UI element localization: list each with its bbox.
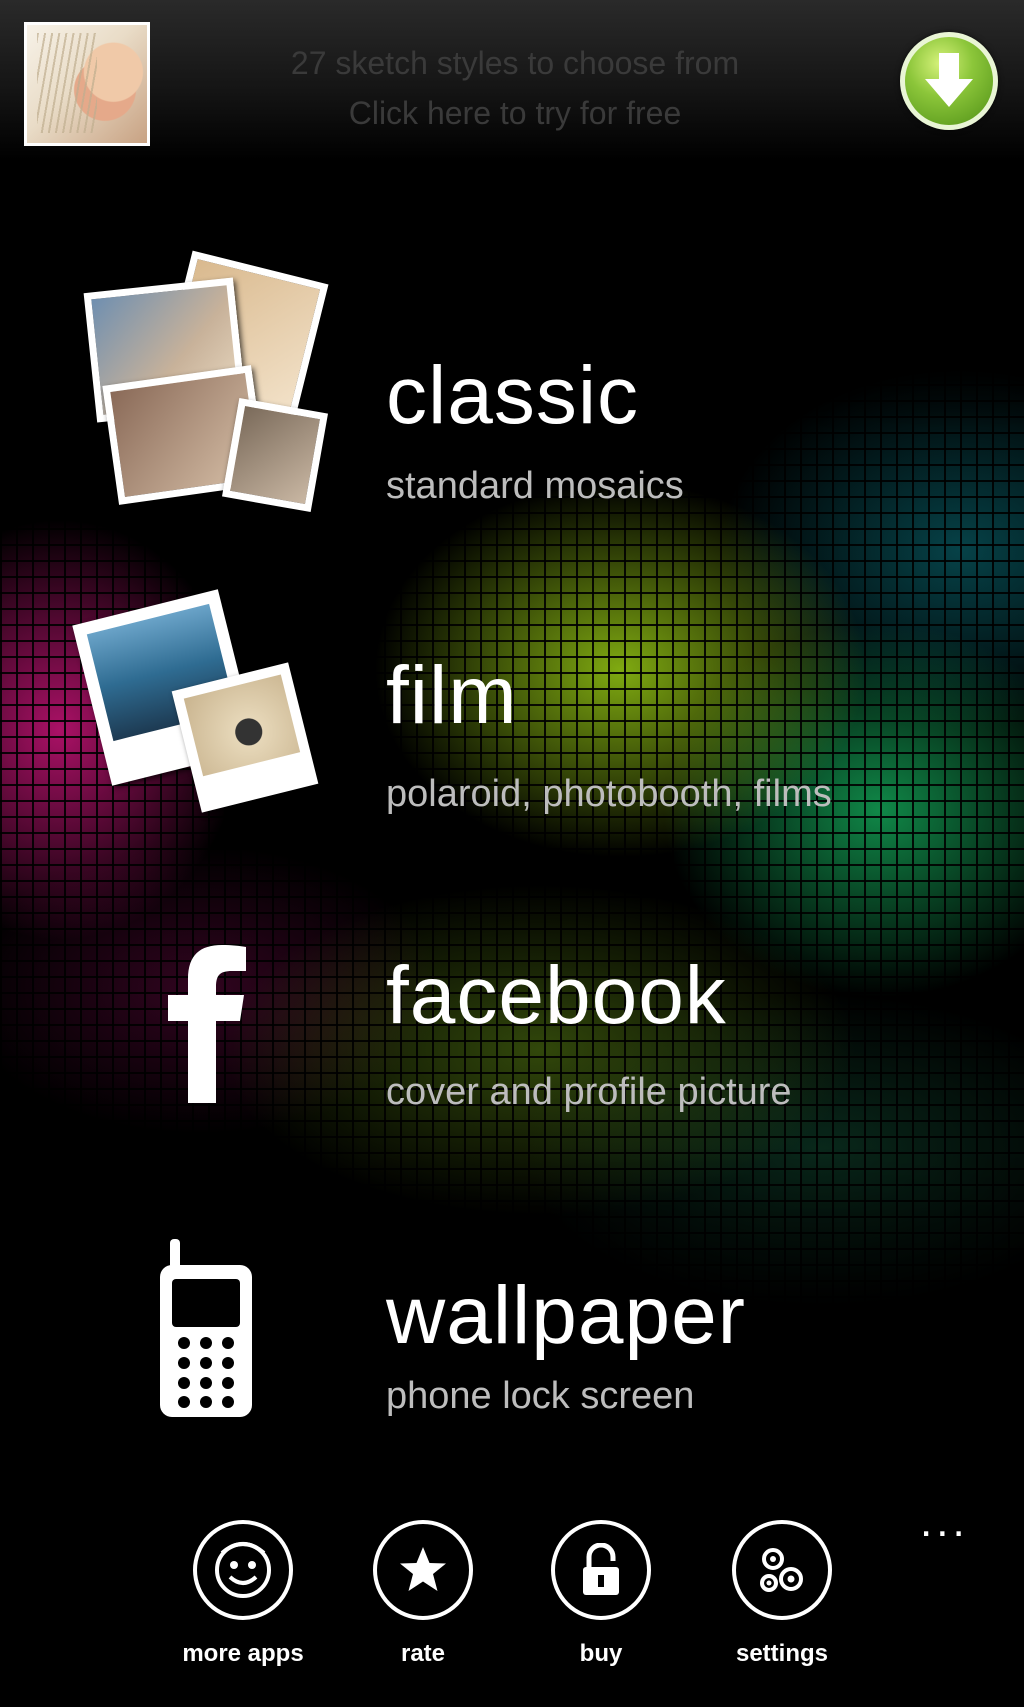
menu-item-facebook[interactable]: facebook cover and profile picture — [0, 915, 1024, 1165]
more-apps-label: more apps — [182, 1640, 304, 1667]
sketch-sample-thumbnail[interactable] — [24, 22, 150, 146]
menu-item-classic[interactable]: classic standard mosaics — [0, 250, 1024, 513]
polaroid-icon — [72, 585, 330, 815]
menu-subtitle: polaroid, photobooth, films — [386, 773, 832, 815]
gears-icon — [760, 1548, 803, 1592]
facebook-icon — [168, 945, 246, 1103]
menu-title: facebook — [386, 950, 727, 1041]
menu-item-wallpaper[interactable]: wallpaper phone lock screen — [0, 1235, 1024, 1485]
more-apps-button[interactable] — [193, 1520, 293, 1620]
menu-title: wallpaper — [386, 1270, 746, 1361]
menu-subtitle: standard mosaics — [386, 465, 684, 507]
menu-title: film — [386, 650, 518, 741]
menu-subtitle: cover and profile picture — [386, 1071, 792, 1113]
unlock-icon — [583, 1543, 619, 1595]
download-arrow-icon — [925, 53, 973, 107]
rate-button[interactable] — [373, 1520, 473, 1620]
settings-button[interactable] — [732, 1520, 832, 1620]
rate-label: rate — [400, 1640, 446, 1667]
phone-icon — [160, 1239, 252, 1417]
menu-item-film[interactable]: film polaroid, photobooth, films — [0, 585, 1024, 835]
promo-text[interactable]: 27 sketch styles to choose from Click he… — [200, 38, 830, 138]
promo-line-1: 27 sketch styles to choose from — [290, 45, 740, 81]
menu-subtitle: phone lock screen — [386, 1375, 695, 1417]
buy-button[interactable] — [551, 1520, 651, 1620]
app-bar — [0, 1500, 1024, 1707]
smiley-icon — [215, 1542, 271, 1598]
star-icon — [400, 1547, 446, 1591]
menu-title: classic — [386, 350, 640, 441]
settings-label: settings — [735, 1640, 828, 1667]
promo-line-2: Click here to try for free — [348, 95, 682, 131]
promo-banner[interactable]: 27 sketch styles to choose from Click he… — [0, 0, 1024, 160]
more-options-button[interactable]: ... — [920, 1500, 969, 1544]
buy-label: buy — [579, 1640, 623, 1667]
download-button[interactable] — [900, 32, 998, 130]
photo-stack-icon — [80, 250, 330, 535]
